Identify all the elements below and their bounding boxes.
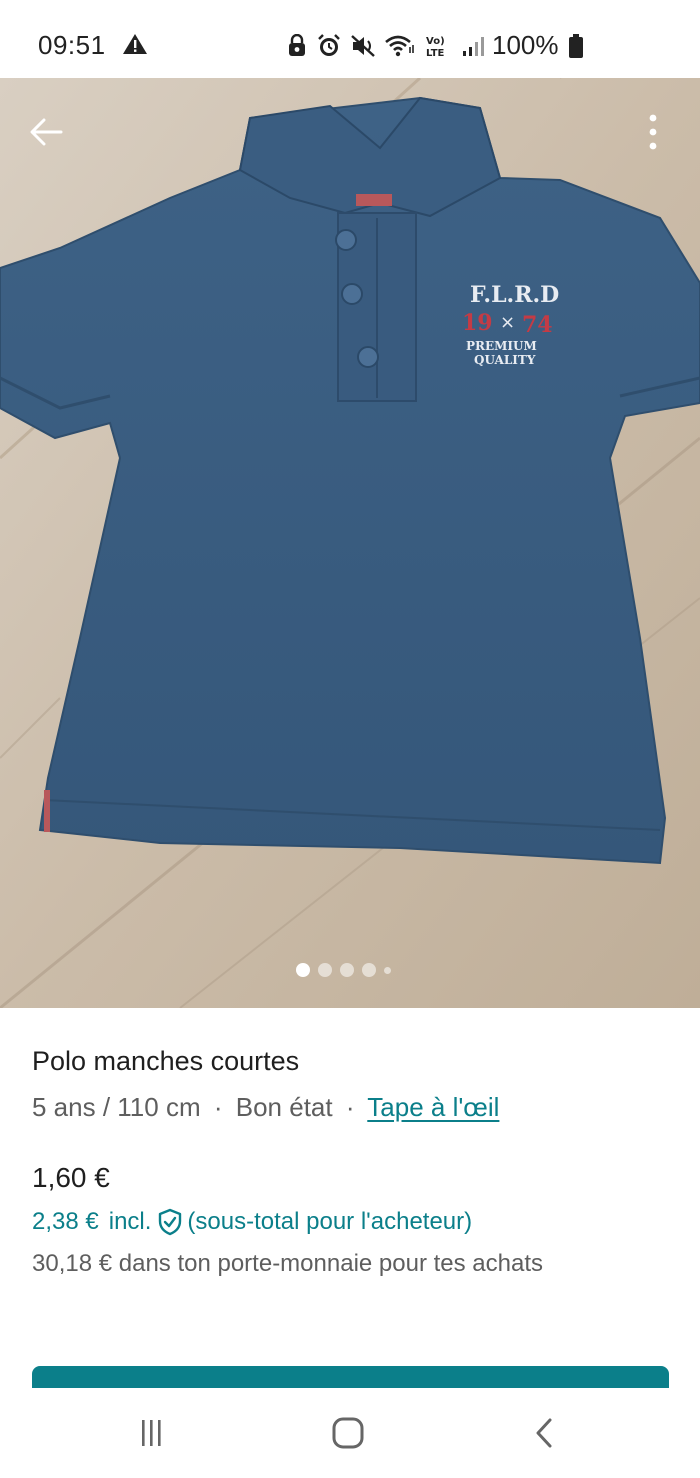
svg-text:F.L.R.D: F.L.R.D: [470, 282, 559, 308]
total-note: (sous-total pour l'acheteur): [187, 1208, 473, 1235]
more-vertical-icon: [649, 114, 657, 150]
item-size: 5 ans / 110 cm: [32, 1092, 201, 1122]
gallery-dot[interactable]: [340, 963, 354, 977]
signal-icon: [462, 35, 486, 57]
wifi-icon: [384, 34, 416, 58]
recent-apps-icon: [142, 1420, 161, 1446]
buyer-protection-price[interactable]: 2,38 € incl. (sous-total pour l'acheteur…: [32, 1208, 472, 1236]
item-title: Polo manches courtes: [32, 1046, 300, 1076]
brand-link[interactable]: Tape à l'œil: [367, 1092, 499, 1122]
gallery-dot[interactable]: [384, 966, 391, 974]
incl-label: incl.: [108, 1208, 152, 1235]
svg-text:LTE: LTE: [426, 48, 445, 59]
warning-icon: [122, 33, 148, 60]
recent-apps-button[interactable]: [131, 1416, 171, 1450]
separator: ·: [213, 1092, 223, 1122]
battery-icon: [568, 34, 584, 63]
status-bar: 09:51 Vo) LTE 100%: [0, 0, 700, 78]
gallery-dot[interactable]: [362, 963, 376, 977]
svg-text:74: 74: [522, 312, 553, 338]
item-details: 5 ans / 110 cm · Bon état · Tape à l'œil: [32, 1092, 499, 1123]
svg-text:×: ×: [500, 312, 515, 333]
svg-text:19: 19: [462, 310, 493, 336]
shield-check-icon: [157, 1208, 183, 1236]
more-options-button[interactable]: [630, 106, 676, 158]
status-icons: Vo) LTE: [286, 32, 486, 60]
gallery-dot[interactable]: [318, 963, 332, 977]
alarm-lock-icon: [286, 34, 308, 58]
alarm-icon: [316, 34, 342, 58]
mute-icon: [350, 34, 376, 58]
wallet-note: 30,18 € dans ton porte-monnaie pour tes …: [32, 1250, 544, 1277]
item-condition: Bon état: [235, 1092, 333, 1122]
home-button[interactable]: [328, 1416, 368, 1450]
separator: ·: [345, 1092, 355, 1122]
item-price: 1,60 €: [32, 1162, 110, 1193]
product-photo: F.L.R.D 19 × 74 PREMIUM QUALITY: [0, 78, 700, 1008]
back-button[interactable]: [22, 108, 70, 156]
status-time: 09:51: [38, 30, 106, 60]
system-nav-bar: [0, 1388, 700, 1478]
product-photo-gallery[interactable]: F.L.R.D 19 × 74 PREMIUM QUALITY: [0, 78, 700, 1008]
battery-percent: 100%: [492, 30, 559, 60]
back-nav-icon: [536, 1418, 552, 1448]
volte-icon: Vo) LTE: [424, 33, 454, 59]
svg-text:Vo): Vo): [426, 36, 445, 47]
gallery-dot-active[interactable]: [296, 963, 310, 977]
arrow-left-icon: [30, 118, 63, 146]
svg-text:PREMIUM: PREMIUM: [466, 339, 537, 353]
total-price: 2,38 €: [32, 1208, 99, 1235]
svg-text:QUALITY: QUALITY: [474, 353, 536, 367]
gallery-pagination: [296, 963, 391, 977]
back-nav-button[interactable]: [524, 1416, 564, 1450]
home-icon: [332, 1417, 364, 1449]
